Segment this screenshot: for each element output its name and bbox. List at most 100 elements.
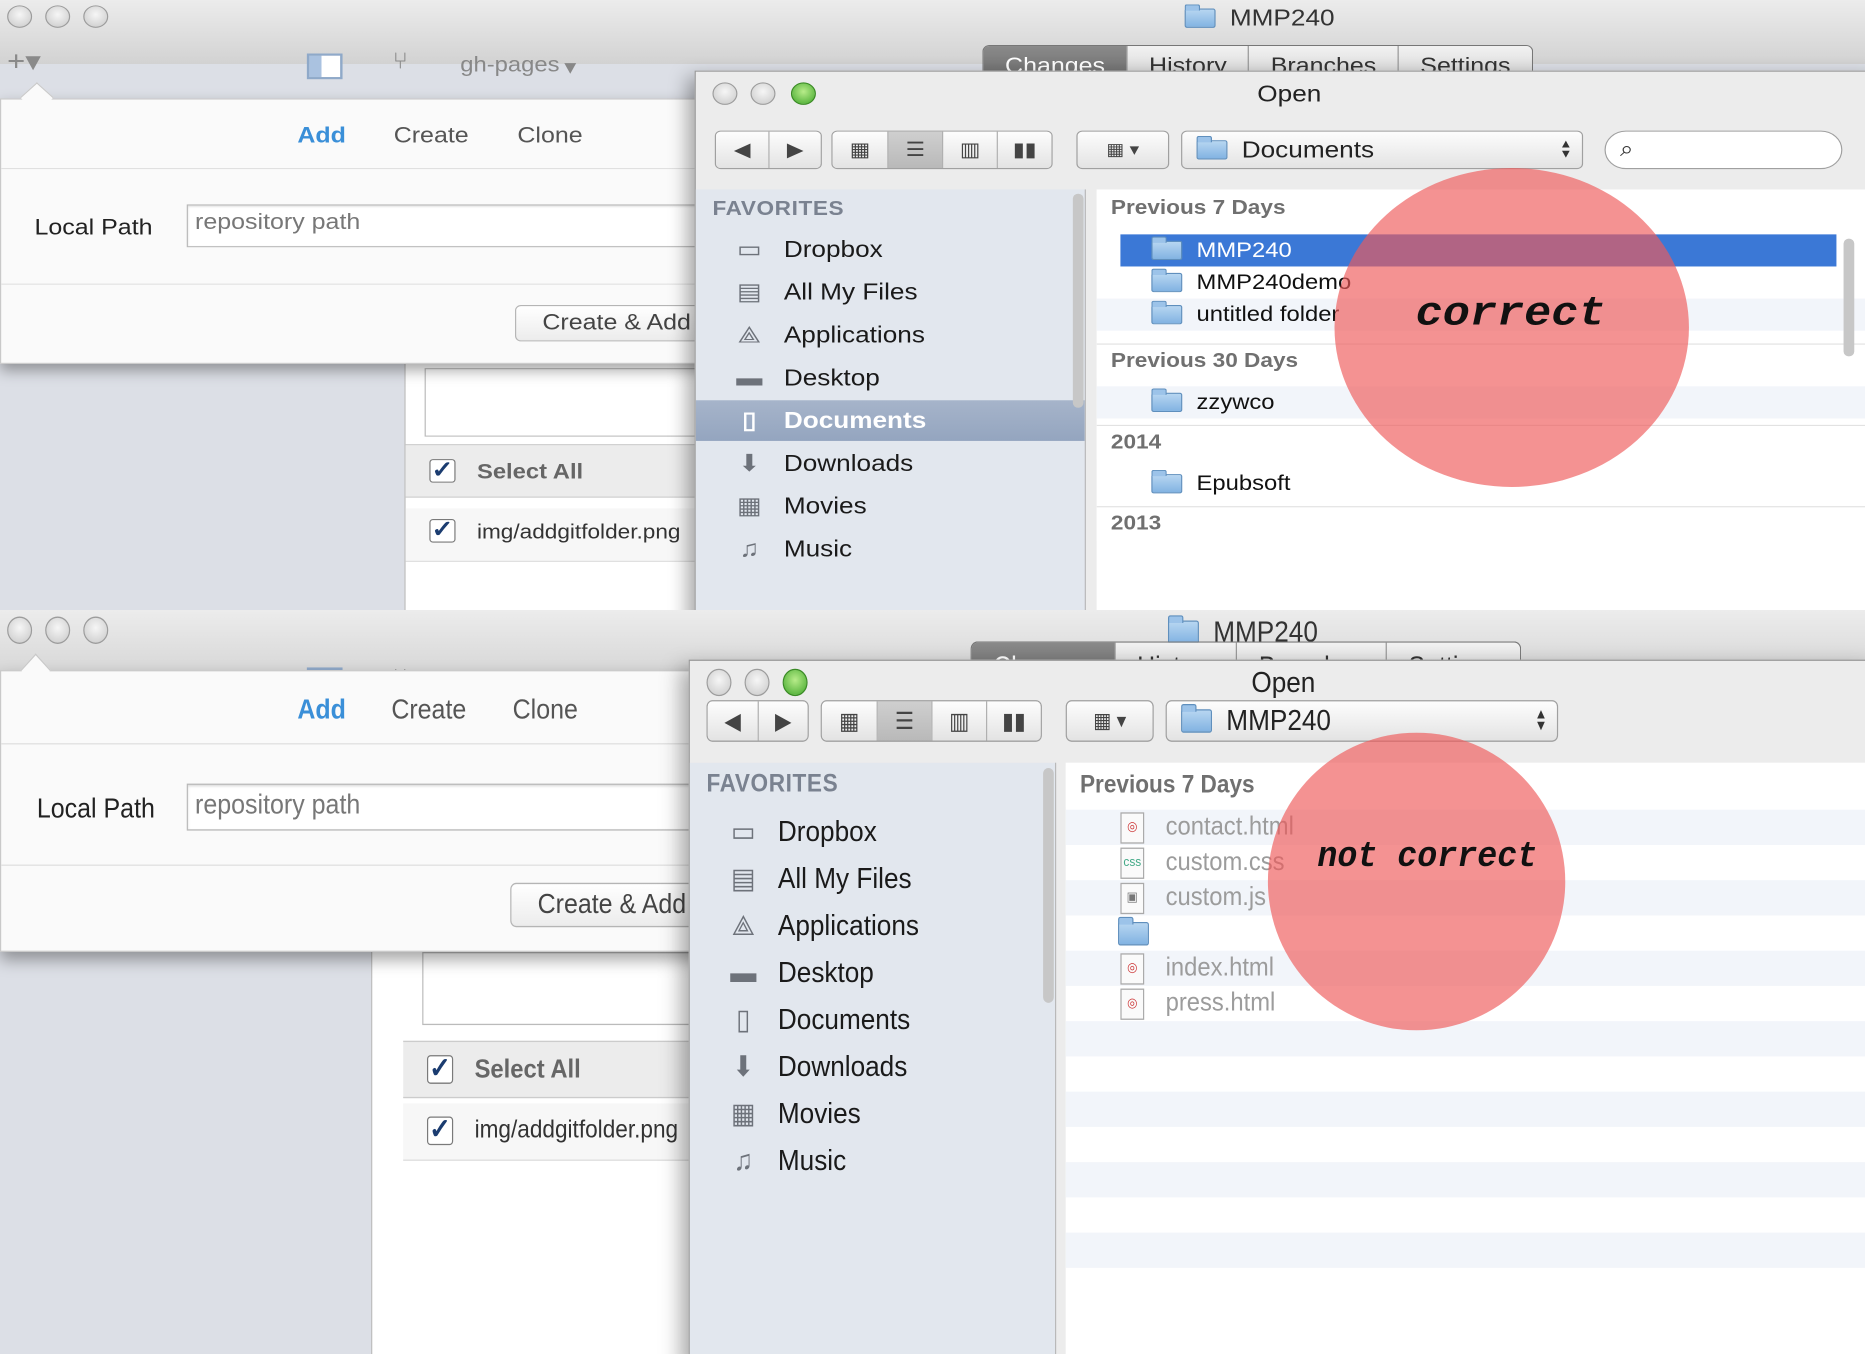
back-icon[interactable]: ◀ — [707, 701, 758, 741]
list-item-label: custom.js — [1165, 882, 1267, 912]
view-mode-control: ▦ ☰ ▥ ▮▮ — [831, 130, 1053, 170]
commit-message-box[interactable] — [422, 951, 708, 1026]
folder-icon — [1151, 268, 1183, 293]
arrange-button[interactable]: ▦ ▾ — [1065, 700, 1154, 742]
folder-icon: ▭ — [730, 814, 756, 848]
arrange-button[interactable]: ▦ ▾ — [1076, 130, 1170, 170]
sidebar-item-label: Dropbox — [777, 814, 877, 848]
select-all-checkbox[interactable]: ✓ — [426, 1053, 454, 1084]
list-view-icon[interactable]: ☰ — [887, 131, 943, 169]
sidebar-item-all-my-files[interactable]: ▤ All My Files — [690, 857, 1055, 901]
branch-icon[interactable]: ⑂ — [393, 47, 409, 75]
search-icon: ⌕ — [1619, 137, 1634, 162]
icon-view-icon[interactable]: ▦ — [821, 701, 877, 741]
all-files-icon: ▤ — [730, 861, 756, 895]
dialog-sidebar: FAVORITES ▭ Dropbox ▤ All My Files ⟁ Applic… — [689, 762, 1057, 1354]
sidebar-item-desktop[interactable]: ▬ Desktop — [696, 357, 1085, 398]
list-view-icon[interactable]: ☰ — [876, 701, 932, 741]
open-dialog: Open ◀ ▶ ▦ ☰ ▥ ▮▮ ▦ ▾ MMP240 ▲ ▼ FAVORITES ▭ D… — [688, 659, 1865, 1354]
window-zoom-button[interactable] — [83, 5, 109, 28]
sidebar-item-documents[interactable]: ▯ Documents — [690, 998, 1055, 1042]
branch-selector[interactable]: gh-pages▾ — [460, 54, 576, 81]
clone-tab[interactable]: Clone — [513, 695, 578, 726]
forward-icon[interactable]: ▶ — [757, 701, 808, 741]
location-popup[interactable]: Documents ▲ ▼ — [1181, 130, 1584, 170]
changes-panel: ✓ Select All ✓ img/addgitfolder.png — [371, 912, 713, 1354]
music-icon: ♫ — [733, 1143, 754, 1177]
dialog-title: Open — [1257, 80, 1322, 108]
location-popup[interactable]: MMP240 ▲ ▼ — [1165, 700, 1559, 742]
coverflow-view-icon[interactable]: ▮▮ — [996, 131, 1052, 169]
plus-icon[interactable]: +▾ — [7, 45, 41, 78]
highlight-circle — [1267, 732, 1566, 1031]
window-close-button[interactable] — [7, 5, 33, 28]
local-path-input[interactable]: repository path — [186, 204, 734, 248]
commit-message-box[interactable] — [424, 368, 711, 437]
window-minimize-button[interactable] — [45, 5, 71, 28]
sidebar-item-label: Downloads — [777, 1049, 908, 1083]
folder-icon — [1118, 916, 1149, 945]
applications-icon: ⟁ — [737, 321, 761, 348]
sidebar-item-label: Music — [783, 535, 853, 562]
dialog-title: Open — [1251, 666, 1316, 699]
sidebar-item-downloads[interactable]: ⬇ Downloads — [696, 443, 1085, 484]
column-view-icon[interactable]: ▥ — [942, 131, 997, 169]
folder-icon — [1151, 469, 1183, 494]
sidebar-item-movies[interactable]: ▦ Movies — [690, 1092, 1055, 1136]
sidebar-item-music[interactable]: ♫ Music — [690, 1139, 1055, 1183]
sidebar-scrollbar[interactable] — [1072, 193, 1084, 408]
column-view-icon[interactable]: ▥ — [931, 701, 987, 741]
sidebar-item-music[interactable]: ♫ Music — [696, 529, 1085, 570]
forward-icon[interactable]: ▶ — [768, 131, 821, 169]
html-file-icon: ◎ — [1120, 952, 1145, 984]
create-tab[interactable]: Create — [394, 123, 469, 149]
window-zoom-button[interactable] — [83, 616, 109, 644]
select-all-label: Select All — [476, 460, 584, 484]
sidebar-item-all-my-files[interactable]: ▤ All My Files — [696, 272, 1085, 313]
local-path-input[interactable]: repository path — [186, 783, 734, 831]
window-close-button[interactable] — [7, 616, 33, 644]
create-tab[interactable]: Create — [391, 695, 466, 726]
window-minimize-button[interactable] — [45, 616, 71, 644]
sidebar-item-applications[interactable]: ⟁ Applications — [696, 315, 1085, 356]
list-scrollbar[interactable] — [1843, 238, 1855, 357]
select-all-checkbox[interactable]: ✓ — [429, 458, 456, 483]
coverflow-view-icon[interactable]: ▮▮ — [986, 701, 1041, 741]
back-icon[interactable]: ◀ — [716, 131, 769, 169]
select-all-label: Select All — [474, 1055, 581, 1084]
sidebar-item-desktop[interactable]: ▬ Desktop — [690, 951, 1055, 995]
favorites-heading: FAVORITES — [712, 197, 845, 221]
changed-file-row[interactable]: ✓ img/addgitfolder.png — [405, 508, 715, 562]
applications-icon: ⟁ — [731, 908, 756, 942]
icon-view-icon[interactable]: ▦ — [832, 131, 888, 169]
list-item-label: press.html — [1165, 988, 1276, 1018]
sidebar-item-applications[interactable]: ⟁ Applications — [690, 904, 1055, 948]
sidebar-item-movies[interactable]: ▦ Movies — [696, 486, 1085, 527]
sidebar-item-dropbox[interactable]: ▭ Dropbox — [690, 810, 1055, 854]
sidebar-item-downloads[interactable]: ⬇ Downloads — [690, 1045, 1055, 1089]
group-header: 2013 — [1096, 506, 1865, 541]
empty-row — [1065, 1091, 1865, 1127]
add-tab[interactable]: Add — [297, 695, 346, 726]
sidebar-item-label: Documents — [777, 1002, 911, 1036]
empty-row — [1065, 1232, 1865, 1268]
sidebar-toggle-icon[interactable] — [306, 53, 343, 80]
favorites-heading: FAVORITES — [706, 770, 839, 798]
sidebar-item-dropbox[interactable]: ▭ Dropbox — [696, 229, 1085, 270]
sidebar-item-label: Downloads — [783, 449, 914, 477]
css-file-icon: css — [1120, 846, 1145, 879]
sidebar-item-documents[interactable]: ▯ Documents — [695, 400, 1085, 441]
clone-tab[interactable]: Clone — [517, 123, 582, 149]
add-tab[interactable]: Add — [297, 123, 346, 149]
file-checkbox[interactable]: ✓ — [426, 1114, 454, 1146]
sidebar-scrollbar[interactable] — [1043, 767, 1054, 1003]
changed-file-row[interactable]: ✓ img/addgitfolder.png — [403, 1103, 713, 1161]
file-checkbox[interactable]: ✓ — [429, 517, 456, 543]
changes-panel: ✓ Select All ✓ img/addgitfolder.png — [404, 363, 715, 610]
sidebar-item-label: Movies — [783, 492, 867, 520]
search-field[interactable]: ⌕ — [1604, 130, 1843, 170]
open-dialog: Open ◀ ▶ ▦ ☰ ▥ ▮▮ ▦ ▾ Documents ▲ ▼ ⌕ FAVORIT… — [694, 70, 1865, 610]
window-title: MMP240 — [1184, 4, 1335, 32]
html-file-icon: ◎ — [1120, 987, 1145, 1020]
folder-icon — [1196, 135, 1228, 160]
